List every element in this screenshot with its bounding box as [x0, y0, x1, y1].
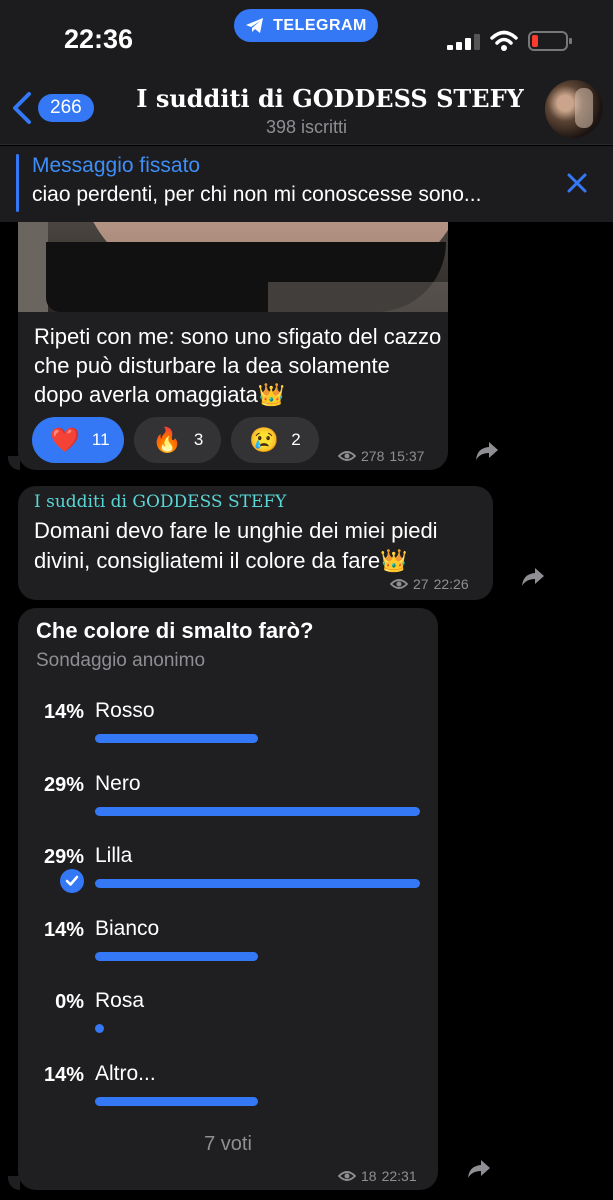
channel-title[interactable]: I sudditi di GODDESS STEFY — [120, 84, 540, 113]
channel-avatar[interactable] — [545, 80, 603, 138]
poll-option-percent: 14% — [43, 701, 84, 723]
reaction-count: 2 — [291, 430, 301, 449]
status-bar: 22:36 TELEGRAM — [0, 0, 613, 70]
message-photo[interactable] — [18, 222, 448, 312]
bubble-tail — [8, 1176, 20, 1190]
poll-bubble: Che colore di smalto farò? Sondaggio ano… — [18, 608, 438, 1190]
poll-option-bar — [95, 1096, 258, 1106]
unread-count-badge: 266 — [38, 94, 94, 122]
pinned-text: ciao perdenti, per chi non mi conoscesse… — [32, 183, 482, 206]
poll-option[interactable]: 0% Rosa — [18, 989, 438, 1051]
poll-option-percent: 0% — [55, 991, 84, 1013]
reaction-count: 3 — [193, 430, 204, 449]
message-time: 15:37 — [389, 448, 425, 464]
chat-header: 266 I sudditi di GODDESS STEFY 398 iscri… — [0, 70, 613, 145]
subscriber-count: 398 iscritti — [265, 117, 348, 137]
reaction-heart[interactable]: ❤️ 11 — [32, 417, 124, 463]
poll-vote-count[interactable]: 7 voti — [18, 1133, 438, 1156]
poll-option-percent: 14% — [43, 1063, 84, 1086]
close-icon[interactable] — [566, 172, 588, 194]
poll-option-percent: 29% — [43, 773, 84, 796]
poll-option-bar — [95, 879, 420, 888]
view-count: 18 — [361, 1168, 377, 1184]
poll-option[interactable]: 14% Altro... — [18, 1061, 438, 1124]
eye-icon — [338, 1171, 356, 1181]
battery-low-icon — [528, 31, 572, 51]
message-meta: 27 22:26 — [390, 576, 469, 592]
message-author[interactable]: I sudditi di GODDESS STEFY — [34, 492, 286, 512]
signal-icon — [447, 34, 480, 50]
poll-option-bar — [95, 1024, 104, 1033]
back-button[interactable]: 266 — [10, 90, 100, 126]
poll-option[interactable]: 14% Rosso — [18, 699, 438, 761]
crying-face-icon: 😢 — [249, 426, 280, 454]
eye-icon — [338, 451, 356, 461]
message-text: Domani devo fare le unghie dei miei pied… — [34, 518, 438, 573]
pinned-title: Messaggio fissato — [32, 154, 201, 177]
poll-option-bar — [95, 734, 258, 743]
poll-option-label: Bianco — [95, 916, 160, 940]
poll-option-percent: 14% — [43, 918, 84, 941]
message-meta: 18 22:31 — [338, 1168, 417, 1184]
poll-option-label: Altro... — [95, 1061, 156, 1085]
telegram-icon — [246, 17, 264, 33]
pinned-accent-bar — [16, 154, 19, 212]
message-bubble[interactable]: Ripeti con me: sono uno sfigato del cazz… — [18, 312, 448, 470]
share-icon[interactable] — [520, 566, 546, 588]
poll-option-percent: 29% — [43, 846, 84, 868]
telegram-pill-label: TELEGRAM — [273, 16, 367, 34]
message-meta: 278 15:37 — [338, 448, 424, 464]
chevron-left-icon — [13, 92, 31, 124]
poll-option-label: Lilla — [95, 844, 133, 867]
eye-icon — [390, 579, 408, 589]
poll-option[interactable]: 29% Lilla — [18, 844, 438, 906]
share-icon[interactable] — [466, 1158, 492, 1180]
checkmark-icon — [60, 869, 84, 893]
telegram-return-pill[interactable]: TELEGRAM — [234, 9, 378, 42]
bubble-tail — [8, 456, 20, 470]
poll-option-bar — [95, 951, 258, 961]
poll-option-label: Nero — [95, 771, 141, 795]
poll-option-label: Rosso — [95, 699, 155, 722]
reaction-cry[interactable]: 😢 2 — [231, 417, 319, 463]
reactions-row: ❤️ 11 🔥 3 😢 2 — [32, 417, 319, 463]
poll-option[interactable]: 14% Bianco — [18, 916, 438, 979]
poll-option-bar — [95, 806, 420, 816]
message-time: 22:26 — [433, 576, 469, 592]
view-count: 278 — [361, 448, 385, 464]
reaction-fire[interactable]: 🔥 3 — [134, 417, 222, 463]
poll-option[interactable]: 29% Nero — [18, 771, 438, 834]
poll-question: Che colore di smalto farò? — [36, 618, 314, 643]
poll-option-label: Rosa — [95, 989, 145, 1012]
heart-icon: ❤️ — [50, 426, 80, 454]
message-bubble[interactable]: I sudditi di GODDESS STEFY Domani devo f… — [18, 486, 493, 600]
pinned-message-bar[interactable]: Messaggio fissato ciao perdenti, per chi… — [0, 146, 613, 222]
share-icon[interactable] — [474, 440, 500, 462]
reaction-count: 11 — [91, 430, 110, 449]
poll-type: Sondaggio anonimo — [36, 650, 206, 671]
message-time: 22:31 — [381, 1168, 417, 1184]
clock: 22:36 — [64, 24, 134, 54]
fire-icon: 🔥 — [152, 426, 182, 454]
wifi-icon — [490, 30, 518, 51]
view-count: 27 — [413, 576, 429, 592]
message-text: Ripeti con me: sono uno sfigato del cazz… — [34, 324, 442, 407]
